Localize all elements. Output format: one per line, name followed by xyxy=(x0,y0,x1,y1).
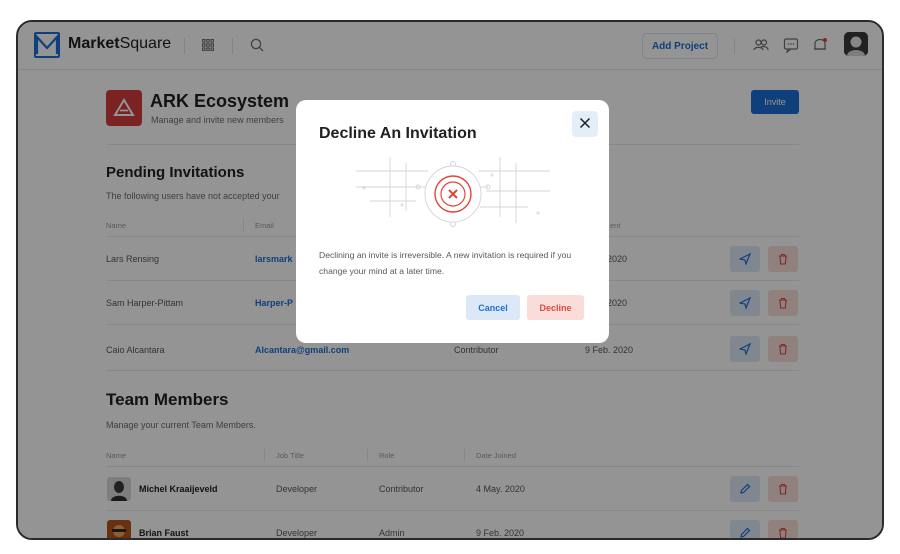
modal-title: Decline An Invitation xyxy=(319,125,477,142)
decline-illustration xyxy=(356,157,550,227)
decline-invitation-modal: Decline An Invitation Declining an invit… xyxy=(296,100,609,343)
app-root: MarketSquare Add Project ARK Ecosystem M… xyxy=(18,22,882,538)
modal-message: Declining an invite is irreversible. A n… xyxy=(319,250,572,276)
cancel-button[interactable]: Cancel xyxy=(466,295,520,320)
app-window: MarketSquare Add Project ARK Ecosystem M… xyxy=(16,20,884,540)
close-icon xyxy=(579,117,591,128)
decline-button[interactable]: Decline xyxy=(527,295,584,320)
close-button[interactable] xyxy=(572,111,598,137)
